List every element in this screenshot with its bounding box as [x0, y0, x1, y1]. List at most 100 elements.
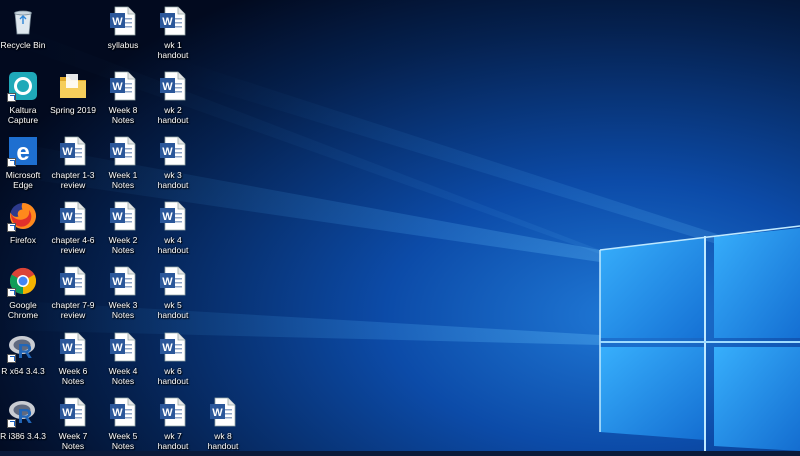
- svg-text:W: W: [112, 407, 123, 419]
- desktop-icon-week6[interactable]: W Week 6 Notes: [48, 329, 98, 391]
- desktop-icon-label: Week 6 Notes: [58, 366, 88, 386]
- svg-text:W: W: [162, 211, 173, 223]
- desktop-icon-wk6[interactable]: Wwk 6 handout: [148, 329, 198, 391]
- desktop-icon-wk8[interactable]: Wwk 8 handout: [198, 394, 248, 456]
- svg-text:W: W: [62, 146, 73, 158]
- desktop-icon-wk4[interactable]: Wwk 4 handout: [148, 198, 198, 260]
- r-icon: R: [7, 331, 39, 363]
- word-document-icon: W: [57, 331, 89, 363]
- shortcut-arrow-icon: [7, 288, 16, 297]
- desktop-icon-label: Week 1 Notes: [108, 170, 138, 190]
- word-document-icon: W: [157, 200, 189, 232]
- desktop-icon-label: wk 2 handout: [157, 105, 189, 125]
- svg-text:W: W: [112, 276, 123, 288]
- svg-text:W: W: [62, 407, 73, 419]
- desktop-icon-label: chapter 7-9 review: [51, 300, 95, 320]
- desktop-icon-week4[interactable]: W Week 4 Notes: [98, 329, 148, 391]
- desktop-icon-label: Google Chrome: [7, 300, 39, 320]
- desktop-icon-label: Kaltura Capture: [7, 105, 39, 125]
- folder-icon: [57, 70, 89, 102]
- desktop-icon-label: chapter 4-6 review: [51, 235, 95, 255]
- svg-text:W: W: [162, 407, 173, 419]
- word-document-icon: W: [107, 135, 139, 167]
- desktop-icon-label: Week 5 Notes: [108, 431, 138, 451]
- desktop-icon-label: wk 1 handout: [157, 40, 189, 60]
- desktop-icon-wk1[interactable]: Wwk 1 handout: [148, 3, 198, 65]
- desktop-icon-label: wk 6 handout: [157, 366, 189, 386]
- svg-text:W: W: [112, 146, 123, 158]
- desktop-icon-label: Recycle Bin: [0, 40, 46, 50]
- desktop-icon-ch4-6[interactable]: Wchapter 4-6 review: [48, 198, 98, 260]
- desktop-icon-kaltura[interactable]: Kaltura Capture: [0, 68, 48, 130]
- svg-text:W: W: [112, 342, 123, 354]
- shortcut-arrow-icon: [7, 93, 16, 102]
- word-document-icon: W: [157, 5, 189, 37]
- svg-text:W: W: [162, 81, 173, 93]
- desktop-icon-recycle-bin[interactable]: Recycle Bin: [0, 3, 48, 65]
- word-document-icon: W: [157, 265, 189, 297]
- desktop-icon-week3[interactable]: W Week 3 Notes: [98, 263, 148, 325]
- word-document-icon: W: [107, 265, 139, 297]
- shortcut-arrow-icon: [7, 223, 16, 232]
- desktop-icon-firefox[interactable]: Firefox: [0, 198, 48, 260]
- svg-text:W: W: [162, 146, 173, 158]
- desktop-icon-label: wk 5 handout: [157, 300, 189, 320]
- desktop-icon-wk2[interactable]: Wwk 2 handout: [148, 68, 198, 130]
- word-document-icon: W: [157, 396, 189, 428]
- word-document-icon: W: [57, 135, 89, 167]
- desktop-icon-label: Week 3 Notes: [108, 300, 138, 320]
- desktop-icon-label: Week 4 Notes: [108, 366, 138, 386]
- desktop-icon-wk3[interactable]: Wwk 3 handout: [148, 133, 198, 195]
- word-document-icon: W: [157, 135, 189, 167]
- desktop-icon-label: Week 8 Notes: [108, 105, 138, 125]
- desktop-icon-spring2019[interactable]: Spring 2019: [48, 68, 98, 130]
- desktop-icon-ch7-9[interactable]: Wchapter 7-9 review: [48, 263, 98, 325]
- desktop-icon-label: wk 8 handout: [207, 431, 239, 451]
- word-document-icon: W: [107, 331, 139, 363]
- svg-text:W: W: [212, 407, 223, 419]
- desktop-icon-label: Week 7 Notes: [58, 431, 88, 451]
- word-document-icon: W: [57, 265, 89, 297]
- desktop-icon-week8[interactable]: W Week 8 Notes: [98, 68, 148, 130]
- desktop-icon-wk5[interactable]: Wwk 5 handout: [148, 263, 198, 325]
- desktop-icon-label: Firefox: [10, 235, 36, 245]
- svg-text:e: e: [16, 139, 29, 166]
- desktop-icon-week7[interactable]: W Week 7 Notes: [48, 394, 98, 456]
- word-document-icon: W: [57, 200, 89, 232]
- desktop-icon-wk7[interactable]: Wwk 7 handout: [148, 394, 198, 456]
- word-document-icon: W: [57, 396, 89, 428]
- word-document-icon: W: [107, 200, 139, 232]
- desktop-icon-r386[interactable]: R R i386 3.4.3: [0, 394, 48, 456]
- svg-text:W: W: [112, 16, 123, 28]
- desktop-icon-label: chapter 1-3 review: [51, 170, 95, 190]
- word-document-icon: W: [157, 331, 189, 363]
- edge-icon: e: [7, 135, 39, 167]
- svg-text:W: W: [162, 276, 173, 288]
- desktop-icon-label: Spring 2019: [50, 105, 96, 115]
- desktop-icon-label: Week 2 Notes: [108, 235, 138, 255]
- kaltura-icon: [7, 70, 39, 102]
- svg-text:R: R: [18, 406, 33, 428]
- desktop-icon-week2[interactable]: W Week 2 Notes: [98, 198, 148, 260]
- desktop-icon-ch1-3[interactable]: Wchapter 1-3 review: [48, 133, 98, 195]
- shortcut-arrow-icon: [7, 419, 16, 428]
- svg-text:W: W: [62, 276, 73, 288]
- svg-text:W: W: [112, 211, 123, 223]
- desktop-icon-chrome[interactable]: Google Chrome: [0, 263, 48, 325]
- desktop-icon-edge[interactable]: e Microsoft Edge: [0, 133, 48, 195]
- shortcut-arrow-icon: [7, 158, 16, 167]
- svg-text:R: R: [18, 341, 33, 363]
- desktop-icon-week5[interactable]: W Week 5 Notes: [98, 394, 148, 456]
- shortcut-arrow-icon: [7, 354, 16, 363]
- svg-text:W: W: [62, 342, 73, 354]
- desktop-icon-label: Microsoft Edge: [5, 170, 41, 190]
- desktop-icon-week1[interactable]: W Week 1 Notes: [98, 133, 148, 195]
- desktop-icon-r64[interactable]: R R x64 3.4.3: [0, 329, 48, 391]
- word-document-icon: W: [107, 396, 139, 428]
- svg-text:W: W: [62, 211, 73, 223]
- svg-text:W: W: [162, 342, 173, 354]
- word-document-icon: W: [157, 70, 189, 102]
- desktop-icon-syllabus[interactable]: Wsyllabus: [98, 3, 148, 65]
- firefox-icon: [7, 200, 39, 232]
- svg-text:W: W: [162, 16, 173, 28]
